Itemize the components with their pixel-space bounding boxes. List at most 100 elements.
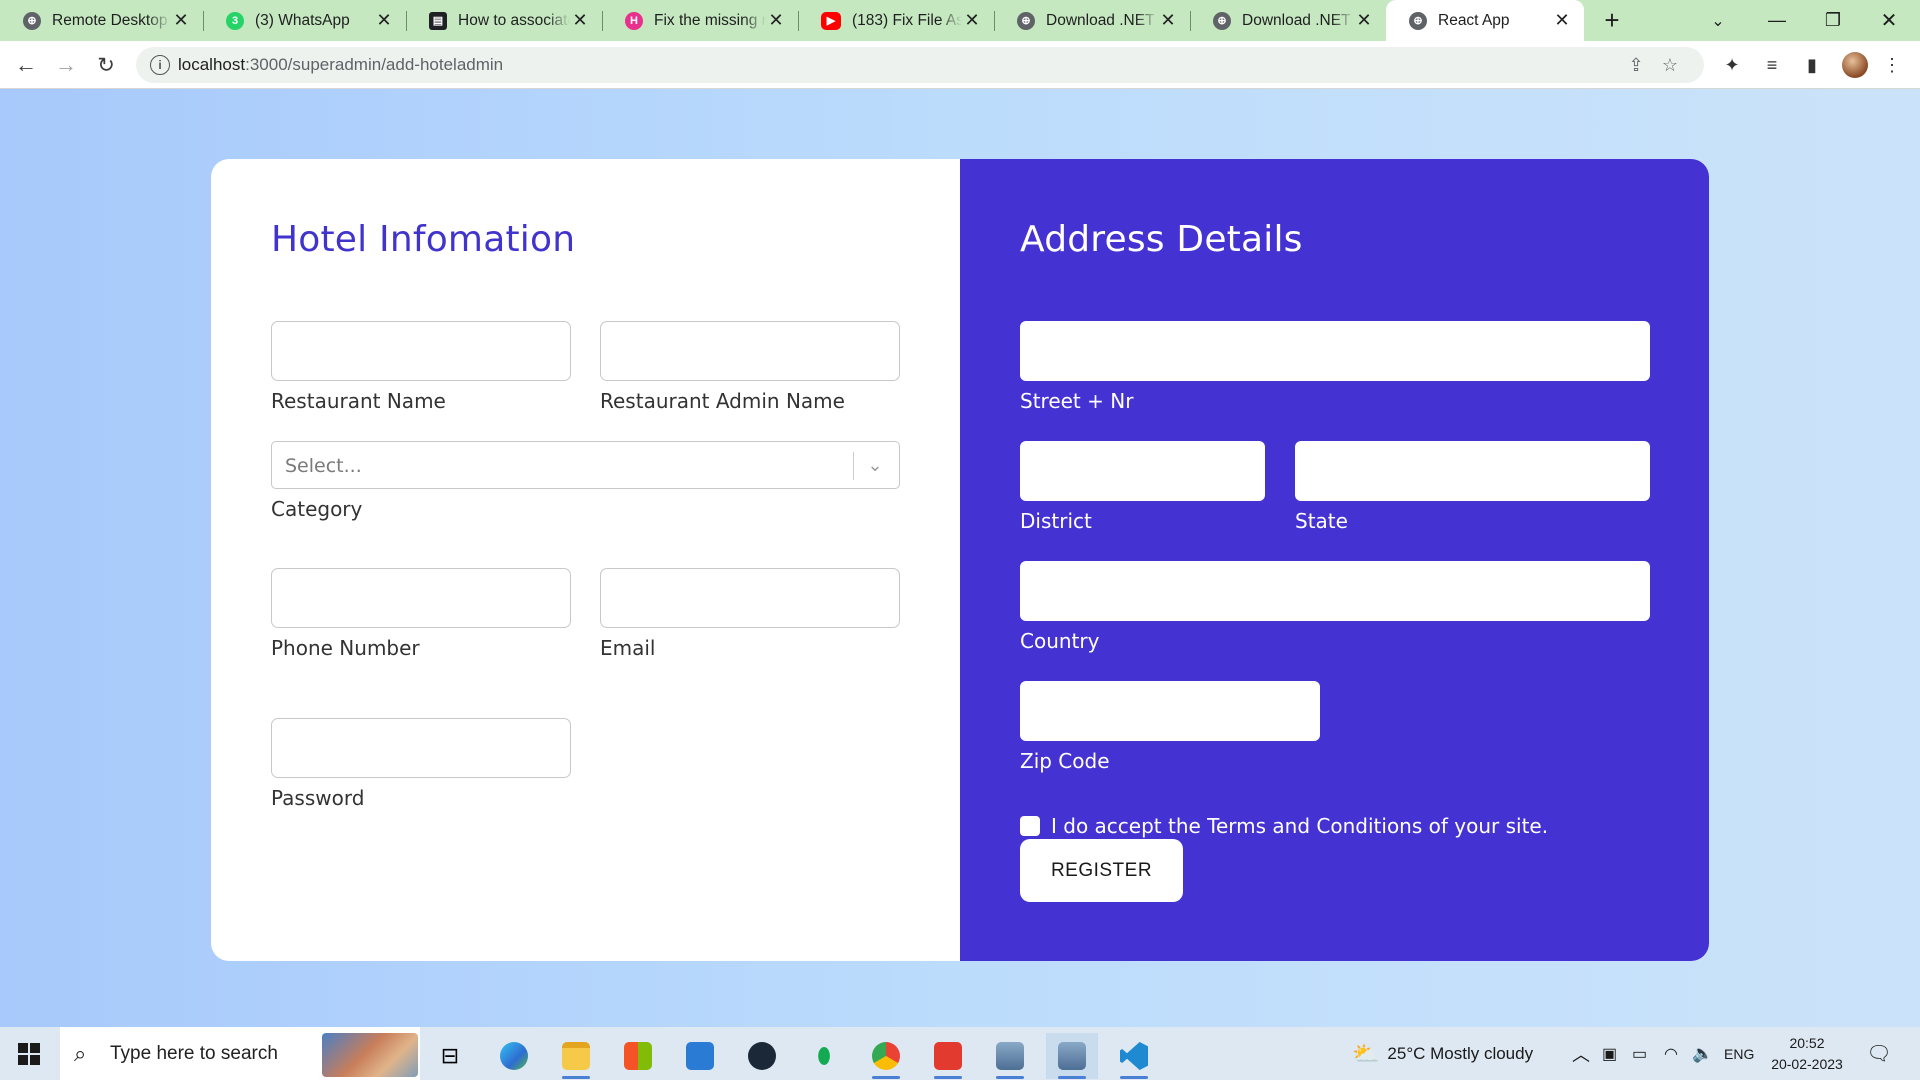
tab-download-net7[interactable]: ⊕ Download .NET 7 ✕: [994, 0, 1191, 41]
tab-title: (3) WhatsApp: [255, 11, 350, 29]
battery-icon[interactable]: ▭: [1632, 1027, 1647, 1080]
mail-icon[interactable]: [674, 1033, 726, 1079]
street-input[interactable]: [1020, 321, 1650, 381]
url-path: :3000/superadmin/add-hoteladmin: [245, 55, 504, 74]
restore-icon[interactable]: ❐: [1810, 0, 1856, 41]
tab-youtube[interactable]: ▶ (183) Fix File Asso ✕: [798, 0, 995, 41]
close-tab-icon[interactable]: ✕: [570, 10, 590, 31]
close-tab-icon[interactable]: ✕: [962, 10, 982, 31]
restaurant-admin-name-input[interactable]: [600, 321, 900, 381]
terms-text: I do accept the Terms and Conditions of …: [1051, 814, 1549, 838]
close-tab-icon[interactable]: ✕: [766, 10, 786, 31]
globe-icon: ⊕: [1409, 11, 1427, 30]
chevron-down-icon[interactable]: ⌄: [863, 452, 887, 478]
weather-text: 25°C Mostly cloudy: [1387, 1043, 1534, 1063]
close-tab-icon[interactable]: ✕: [1552, 10, 1572, 31]
category-field: Select... ⌄ Category: [271, 441, 900, 521]
youtube-icon: ▶: [821, 11, 841, 30]
state-input[interactable]: [1295, 441, 1650, 501]
registration-card: Hotel Infomation Restaurant Name Restaur…: [211, 159, 1709, 961]
close-tab-icon[interactable]: ✕: [171, 10, 191, 31]
task-view-icon[interactable]: ⊟: [424, 1033, 476, 1079]
state-label: State: [1295, 509, 1348, 533]
restaurant-name-label: Restaurant Name: [271, 389, 446, 413]
restaurant-name-input[interactable]: [271, 321, 571, 381]
tab-title: Download .NET 6: [1242, 11, 1354, 29]
taskbar-clock[interactable]: 20:52 20-02-2023: [1766, 1033, 1848, 1075]
tab-fix-missing[interactable]: H Fix the missing rig ✕: [602, 0, 799, 41]
clock-date: 20-02-2023: [1771, 1056, 1843, 1072]
category-select[interactable]: Select... ⌄: [271, 441, 900, 489]
taskbar-search-placeholder: Type here to search: [110, 1043, 278, 1064]
email-input[interactable]: [600, 568, 900, 628]
password-input[interactable]: [271, 718, 571, 778]
wifi-icon[interactable]: ◠: [1664, 1027, 1678, 1080]
tab-react-app[interactable]: ⊕ React App ✕: [1386, 0, 1584, 41]
tab-download-net6[interactable]: ⊕ Download .NET 6 ✕: [1190, 0, 1386, 41]
reload-icon[interactable]: ↻: [88, 47, 124, 83]
tab-remote-desktop[interactable]: ⊕ Remote Desktop ✕: [0, 0, 204, 41]
chrome-icon[interactable]: [860, 1033, 912, 1079]
media-queue-icon[interactable]: ≡: [1760, 53, 1784, 77]
notification-center-icon[interactable]: 🗨: [1866, 1040, 1892, 1066]
vscode-icon[interactable]: [1108, 1033, 1160, 1079]
mongodb-compass-icon[interactable]: ⬮: [798, 1033, 850, 1079]
district-label: District: [1020, 509, 1092, 533]
profile-avatar[interactable]: [1842, 52, 1868, 78]
tab-whatsapp[interactable]: 3 (3) WhatsApp ✕: [203, 0, 407, 41]
url-host: localhost: [178, 55, 246, 74]
close-tab-icon[interactable]: ✕: [374, 10, 394, 31]
tab-title: (183) Fix File Asso: [852, 11, 962, 29]
steam-icon[interactable]: [736, 1033, 788, 1079]
tab-search-icon[interactable]: ⌄: [1700, 0, 1736, 41]
phone-number-input[interactable]: [271, 568, 571, 628]
forward-arrow-icon[interactable]: →: [48, 47, 84, 83]
address-details-panel: Address Details Street + Nr District Sta…: [960, 159, 1709, 961]
remote-desktop-active-icon[interactable]: [1046, 1033, 1098, 1079]
file-explorer-icon[interactable]: [550, 1033, 602, 1079]
email-label: Email: [600, 636, 656, 660]
address-bar[interactable]: i localhost:3000/superadmin/add-hoteladm…: [136, 47, 1704, 83]
remote-desktop-icon[interactable]: [984, 1033, 1036, 1079]
tab-title: Fix the missing rig: [654, 11, 766, 29]
hotel-info-title: Hotel Infomation: [271, 219, 576, 260]
country-input[interactable]: [1020, 561, 1650, 621]
zip-code-input[interactable]: [1020, 681, 1320, 741]
district-input[interactable]: [1020, 441, 1265, 501]
extensions-puzzle-icon[interactable]: ✦: [1720, 53, 1744, 77]
url-text[interactable]: localhost:3000/superadmin/add-hoteladmin: [178, 55, 503, 75]
windows-start-icon[interactable]: [18, 1043, 40, 1065]
country-label: Country: [1020, 629, 1100, 653]
browser-toolbar: ← → ↻ i localhost:3000/superadmin/add-ho…: [0, 41, 1920, 89]
terms-row: I do accept the Terms and Conditions of …: [1020, 814, 1548, 838]
whatsapp-icon: 3: [226, 11, 244, 30]
hashnode-icon: H: [625, 11, 643, 30]
terms-checkbox[interactable]: [1020, 816, 1040, 836]
category-label: Category: [271, 497, 363, 521]
menu-kebab-icon[interactable]: ⋮: [1880, 53, 1904, 77]
category-placeholder: Select...: [285, 455, 362, 477]
volume-icon[interactable]: 🔈: [1692, 1027, 1713, 1080]
browser-tab-strip: ⊕ Remote Desktop ✕ 3 (3) WhatsApp ✕ ▤ Ho…: [0, 0, 1920, 41]
side-panel-icon[interactable]: ▮: [1800, 53, 1824, 77]
back-arrow-icon[interactable]: ←: [8, 47, 44, 83]
share-icon[interactable]: ⇪: [1624, 53, 1648, 77]
close-tab-icon[interactable]: ✕: [1354, 10, 1374, 31]
close-tab-icon[interactable]: ✕: [1158, 10, 1178, 31]
edge-browser-icon[interactable]: [488, 1033, 540, 1079]
language-indicator[interactable]: ENG: [1724, 1027, 1754, 1080]
new-tab-icon[interactable]: +: [1594, 0, 1630, 41]
meet-now-icon[interactable]: ▣: [1602, 1027, 1617, 1080]
minimize-icon[interactable]: —: [1754, 0, 1800, 41]
show-hidden-icons[interactable]: ︿: [1572, 1027, 1590, 1080]
git-tool-icon[interactable]: [922, 1033, 974, 1079]
bookmark-star-icon[interactable]: ☆: [1658, 53, 1682, 77]
globe-icon: ⊕: [23, 11, 41, 30]
register-button[interactable]: REGISTER: [1020, 839, 1183, 902]
close-window-icon[interactable]: ✕: [1866, 0, 1912, 41]
microsoft-store-icon[interactable]: [612, 1033, 664, 1079]
taskbar-search[interactable]: ⌕ Type here to search: [60, 1027, 420, 1080]
site-info-icon[interactable]: i: [150, 55, 170, 75]
tab-how-to-associate[interactable]: ▤ How to associate ✕: [406, 0, 603, 41]
weather-widget[interactable]: ⛅ 25°C Mostly cloudy: [1352, 1027, 1533, 1080]
